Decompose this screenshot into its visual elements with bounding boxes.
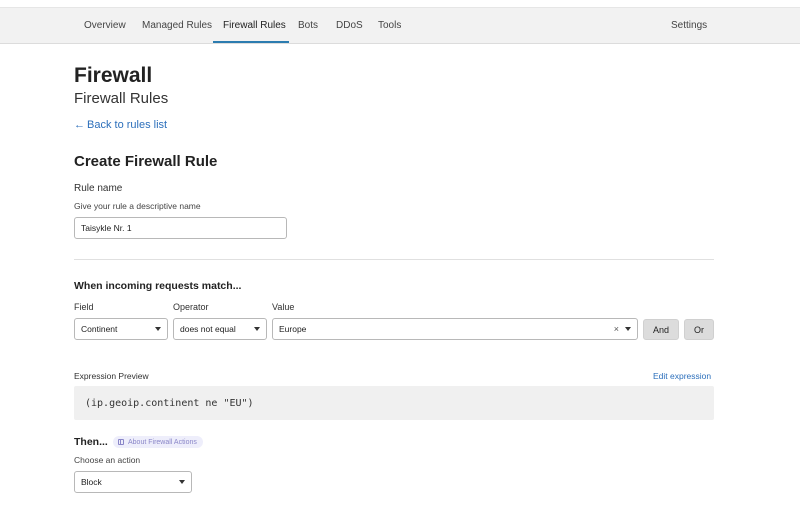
action-select[interactable]: Block [74, 471, 192, 493]
choose-action-label: Choose an action [74, 455, 141, 465]
expression-code: (ip.geoip.continent ne "EU") [85, 397, 254, 409]
top-nav: Overview Managed Rules Firewall Rules Bo… [0, 8, 800, 44]
arrow-left-icon: ← [74, 119, 85, 131]
page-title: Firewall [74, 64, 153, 87]
expression-preview: (ip.geoip.continent ne "EU") [74, 386, 714, 420]
back-to-rules-link[interactable]: ← Back to rules list [74, 119, 167, 131]
and-button[interactable]: And [643, 319, 679, 340]
operator-select[interactable]: does not equal [173, 318, 267, 340]
page-subtitle: Firewall Rules [74, 90, 169, 107]
about-firewall-actions-label: About Firewall Actions [128, 438, 197, 446]
value-label: Value [272, 302, 295, 312]
rule-name-value: Taisykle Nr. 1 [81, 223, 132, 233]
chevron-down-icon [625, 327, 631, 331]
rule-name-label: Rule name [74, 183, 123, 194]
or-button[interactable]: Or [684, 319, 714, 340]
edit-expression-link[interactable]: Edit expression [653, 371, 711, 381]
tab-settings[interactable]: Settings [671, 8, 707, 44]
active-tab-indicator [213, 41, 289, 43]
tab-bots[interactable]: Bots [298, 8, 318, 44]
chevron-down-icon [254, 327, 260, 331]
rule-name-help: Give your rule a descriptive name [74, 201, 201, 211]
expression-preview-label: Expression Preview [74, 371, 149, 381]
match-heading: When incoming requests match... [74, 280, 242, 292]
tab-ddos[interactable]: DDoS [336, 8, 363, 44]
section-divider [74, 259, 714, 260]
operator-select-value: does not equal [180, 324, 236, 334]
field-select[interactable]: Continent [74, 318, 168, 340]
tab-tools[interactable]: Tools [378, 8, 401, 44]
chevron-down-icon [179, 480, 185, 484]
action-select-value: Block [81, 477, 102, 487]
back-link-label: Back to rules list [87, 119, 168, 131]
form-title: Create Firewall Rule [74, 153, 218, 170]
operator-label: Operator [173, 302, 209, 312]
value-select-value: Europe [279, 324, 307, 334]
field-label: Field [74, 302, 94, 312]
then-heading: Then... [74, 436, 108, 448]
chevron-down-icon [155, 327, 161, 331]
clear-icon[interactable]: × [614, 324, 619, 334]
tab-managed-rules[interactable]: Managed Rules [142, 8, 212, 44]
tab-overview[interactable]: Overview [84, 8, 126, 44]
rule-name-input[interactable]: Taisykle Nr. 1 [74, 217, 287, 239]
field-select-value: Continent [81, 324, 118, 334]
about-firewall-actions-link[interactable]: About Firewall Actions [113, 436, 203, 448]
book-icon [118, 439, 124, 445]
tab-firewall-rules[interactable]: Firewall Rules [223, 8, 286, 44]
browser-top-strip [0, 0, 800, 8]
value-select[interactable]: Europe × [272, 318, 638, 340]
